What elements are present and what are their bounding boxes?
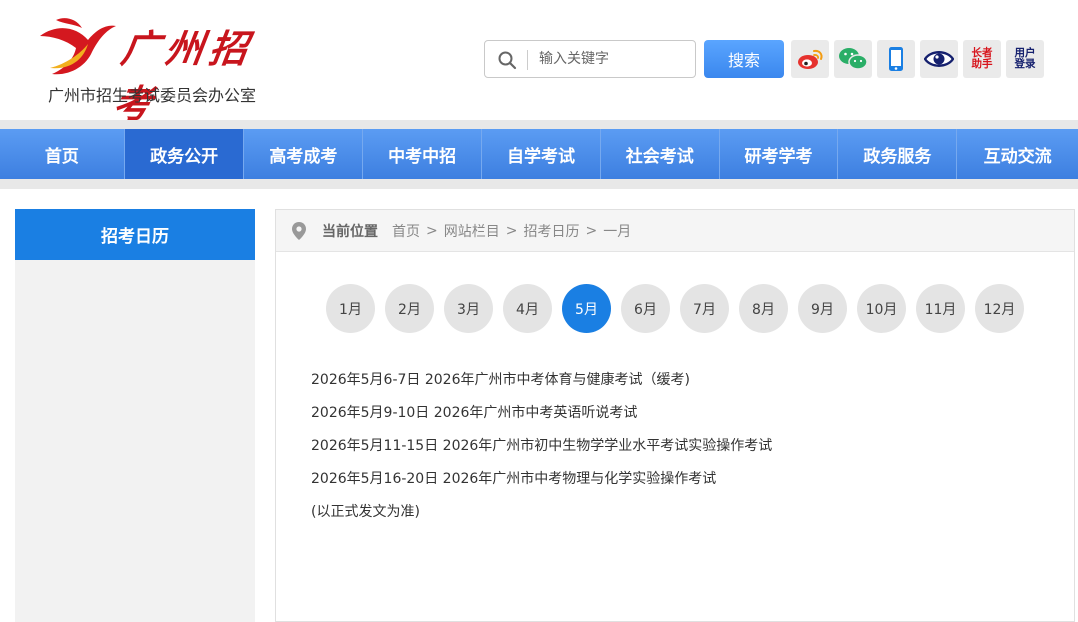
logo-title: 广州招考 <box>110 26 257 126</box>
sidebar: 招考日历 <box>15 209 255 622</box>
elder-assist-icon: 长者 助手 <box>971 47 993 70</box>
month-tab-7[interactable]: 7月 <box>680 284 729 333</box>
breadcrumb-home[interactable]: 首页 <box>392 221 420 241</box>
nav-item-postgrad[interactable]: 研考学考 <box>720 129 839 179</box>
weibo-button[interactable] <box>791 40 829 78</box>
event-item: 2026年5月9-10日 2026年广州市中考英语听说考试 <box>311 405 638 421</box>
search-box <box>484 40 696 78</box>
nav-item-zhongkao[interactable]: 中考中招 <box>363 129 483 179</box>
month-tab-9[interactable]: 9月 <box>798 284 847 333</box>
breadcrumb: 当前位置 首页 > 网站栏目 > 招考日历 > 一月 <box>276 210 1074 252</box>
nav-item-interaction[interactable]: 互动交流 <box>957 129 1078 179</box>
breadcrumb-current: 一月 <box>603 223 632 240</box>
main-content: 当前位置 首页 > 网站栏目 > 招考日历 > 一月 1月 2月 3月 4月 5… <box>275 209 1075 622</box>
month-tab-1[interactable]: 1月 <box>326 284 375 333</box>
event-item: 2026年5月11-15日 2026年广州市初中生物学学业水平考试实验操作考试 <box>311 438 773 454</box>
month-tab-2[interactable]: 2月 <box>385 284 434 333</box>
site-header: 广州招考 广州市招生考试委员会办公室 搜索 <box>0 0 1078 126</box>
event-item: 2026年5月16-20日 2026年广州市中考物理与化学实验操作考试 <box>311 471 717 487</box>
flame-logo-icon <box>40 18 116 75</box>
eye-icon <box>924 51 954 67</box>
event-list: 2026年5月6-7日 2026年广州市中考体育与健康考试（缓考) 2026年5… <box>311 370 772 535</box>
wechat-button[interactable] <box>834 40 872 78</box>
nav-item-gaokao[interactable]: 高考成考 <box>244 129 364 179</box>
breadcrumb-separator: > <box>585 222 598 239</box>
month-tab-4[interactable]: 4月 <box>503 284 552 333</box>
mobile-button[interactable] <box>877 40 915 78</box>
month-tab-11[interactable]: 11月 <box>916 284 965 333</box>
breadcrumb-site-section[interactable]: 网站栏目 <box>444 221 500 241</box>
user-login-icon: 用户 登录 <box>1014 47 1036 70</box>
nav-item-gov-open[interactable]: 政务公开 <box>124 129 245 179</box>
elder-assist-button[interactable]: 长者 助手 <box>963 40 1001 78</box>
main-nav-bar: 首页 政务公开 高考成考 中考中招 自学考试 社会考试 研考学考 政务服务 互动… <box>0 120 1078 189</box>
month-tab-6[interactable]: 6月 <box>621 284 670 333</box>
event-note: (以正式发文为准) <box>311 504 420 520</box>
wechat-icon <box>839 48 868 70</box>
search-divider <box>527 50 528 70</box>
user-login-button[interactable]: 用户 登录 <box>1006 40 1044 78</box>
breadcrumb-separator: > <box>505 222 518 239</box>
search-icon <box>498 51 517 70</box>
month-tab-5[interactable]: 5月 <box>562 284 611 333</box>
month-selector: 1月 2月 3月 4月 5月 6月 7月 8月 9月 10月 11月 12月 <box>326 284 1034 333</box>
search-button[interactable]: 搜索 <box>704 40 784 78</box>
nav-item-home[interactable]: 首页 <box>0 129 125 179</box>
mobile-icon <box>889 47 903 71</box>
nav-item-social-exam[interactable]: 社会考试 <box>601 129 720 179</box>
nav-item-gov-service[interactable]: 政务服务 <box>838 129 958 179</box>
sidebar-title[interactable]: 招考日历 <box>15 209 255 260</box>
month-tab-10[interactable]: 10月 <box>857 284 906 333</box>
accessibility-button[interactable] <box>920 40 958 78</box>
site-logo[interactable]: 广州招考 广州市招生考试委员会办公室 <box>36 12 276 126</box>
location-pin-icon <box>292 221 306 240</box>
breadcrumb-separator: > <box>426 222 438 239</box>
month-tab-3[interactable]: 3月 <box>444 284 493 333</box>
weibo-icon <box>798 49 823 69</box>
event-item: 2026年5月6-7日 2026年广州市中考体育与健康考试（缓考) <box>311 372 690 388</box>
search-input[interactable] <box>539 47 689 71</box>
month-tab-8[interactable]: 8月 <box>739 284 788 333</box>
month-tab-12[interactable]: 12月 <box>975 284 1024 333</box>
breadcrumb-label: 当前位置 <box>322 223 378 240</box>
breadcrumb-calendar[interactable]: 招考日历 <box>523 221 579 241</box>
main-nav: 首页 政务公开 高考成考 中考中招 自学考试 社会考试 研考学考 政务服务 互动… <box>0 129 1078 179</box>
logo-subtitle: 广州市招生考试委员会办公室 <box>48 86 257 105</box>
nav-item-self-study[interactable]: 自学考试 <box>482 129 601 179</box>
